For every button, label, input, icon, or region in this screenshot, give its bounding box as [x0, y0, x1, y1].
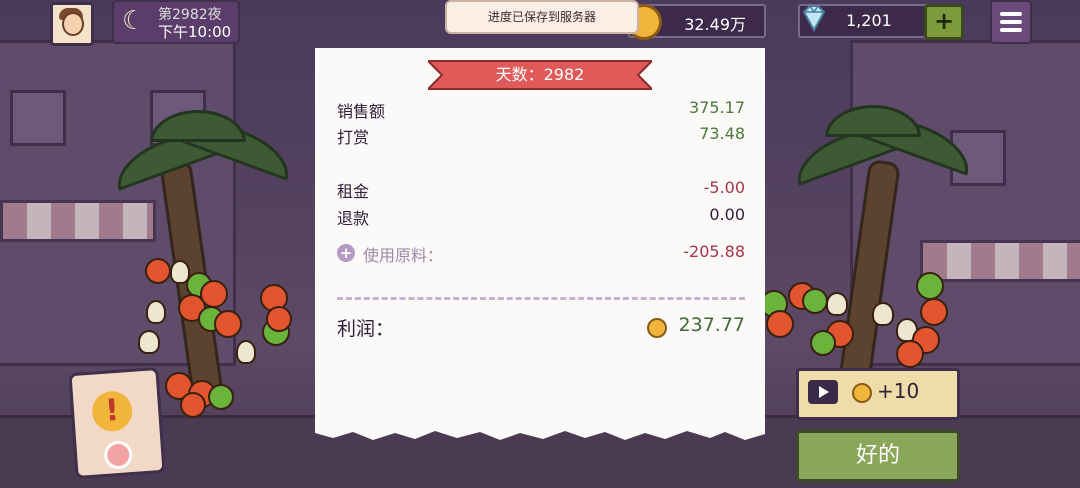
shop-awning — [0, 200, 156, 242]
building-window — [10, 90, 66, 146]
pepper-slice — [802, 288, 828, 314]
pepper-slice — [208, 384, 234, 410]
tomato-slice — [920, 298, 948, 326]
player-avatar[interactable] — [50, 2, 94, 46]
day-ribbon: 天数：2982 — [428, 57, 652, 93]
shop-awning — [920, 240, 1080, 282]
exclamation-icon: ! — [90, 389, 134, 433]
tomato-slice — [214, 310, 242, 338]
watch-ad-button[interactable]: +10 — [796, 368, 960, 420]
coin-icon — [852, 383, 872, 403]
tomato-slice — [896, 340, 924, 368]
receipt-torn-edge — [315, 428, 765, 440]
add-gems-button[interactable]: + — [924, 4, 964, 40]
profit-value: 237.77 — [678, 314, 745, 336]
clock-time: 下午10:00 — [158, 23, 232, 41]
diamond-icon — [802, 5, 826, 33]
coin-amount: 32.49万 — [684, 15, 746, 34]
ok-button[interactable]: 好的 — [796, 430, 960, 482]
tips-label: 打赏 — [337, 128, 370, 147]
materials-value: -205.88 — [683, 242, 745, 261]
sales-row: 销售额 375.17 — [337, 98, 745, 122]
profit-row: 利润： 237.77 — [337, 314, 745, 344]
refund-label: 退款 — [337, 209, 370, 228]
hamburger-icon[interactable] — [990, 0, 1032, 44]
tips-value: 73.48 — [699, 124, 745, 143]
garlic-clove — [138, 330, 160, 354]
materials-label: 使用原料： — [363, 246, 444, 265]
pepper-slice — [916, 272, 944, 300]
day-title: 天数：2982 — [495, 65, 585, 84]
materials-row[interactable]: + 使用原料： -205.88 — [337, 242, 745, 266]
receipt-divider — [337, 297, 745, 300]
gem-amount: 1,201 — [846, 11, 892, 30]
ad-reward-amount: +10 — [877, 379, 920, 403]
refund-value: 0.00 — [709, 205, 745, 224]
tomato-slice — [145, 258, 171, 284]
play-video-icon — [808, 380, 838, 404]
coin-icon — [647, 318, 667, 338]
garlic-clove — [146, 300, 166, 324]
garlic-clove — [826, 292, 848, 316]
sales-label: 销售额 — [337, 102, 386, 121]
garlic-clove — [872, 302, 894, 326]
tomato-slice — [266, 306, 292, 332]
rent-value: -5.00 — [703, 178, 745, 197]
pepper-slice — [810, 330, 836, 356]
expand-plus-icon[interactable]: + — [337, 244, 355, 262]
rent-label: 租金 — [337, 182, 370, 201]
moon-icon: ☾ — [122, 6, 146, 36]
save-toast: 进度已保存到服务器 — [445, 0, 639, 34]
tips-row: 打赏 73.48 — [337, 124, 745, 148]
alert-card-button[interactable]: ! — [68, 366, 166, 480]
avatar-face — [62, 12, 84, 36]
profit-label: 利润： — [337, 318, 395, 340]
rent-row: 租金 -5.00 — [337, 178, 745, 202]
refund-row: 退款 0.00 — [337, 205, 745, 229]
night-time-panel: ☾ 第2982夜 下午10:00 — [112, 0, 240, 44]
notification-dot-icon — [103, 440, 134, 470]
tomato-slice — [180, 392, 206, 418]
sales-value: 375.17 — [689, 98, 745, 117]
coin-balance: 32.49万 — [626, 4, 766, 40]
tomato-slice — [766, 310, 794, 338]
garlic-clove — [236, 340, 256, 364]
